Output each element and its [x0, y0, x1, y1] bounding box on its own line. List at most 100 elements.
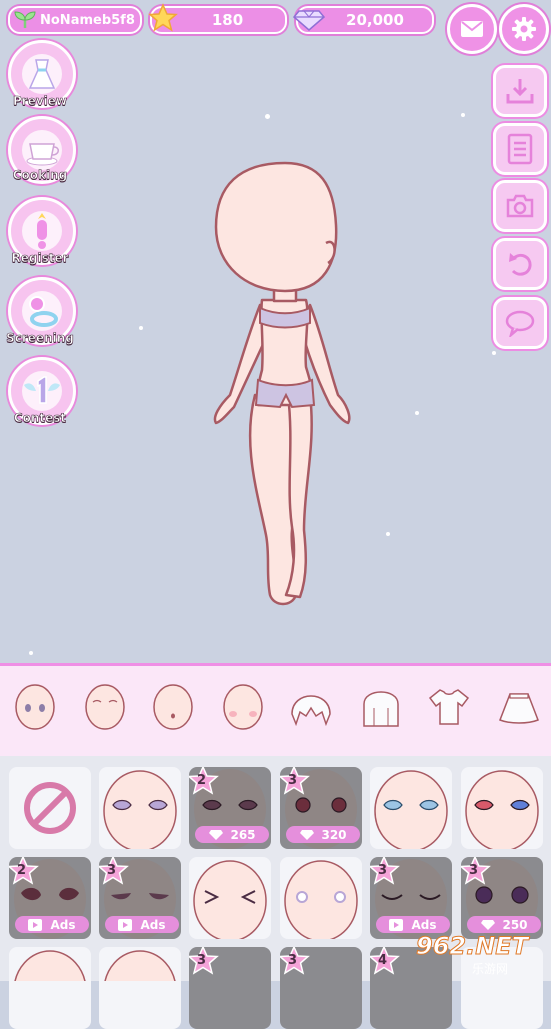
play-icon	[118, 918, 133, 931]
sprout-icon	[14, 11, 36, 28]
camera-button[interactable]	[493, 180, 547, 232]
sparkle	[492, 351, 496, 355]
tab-face-blush[interactable]	[218, 682, 268, 732]
face-mouth-icon	[153, 684, 193, 730]
undo-icon	[509, 253, 532, 276]
download-icon	[506, 79, 534, 104]
star-level: 2	[197, 773, 207, 788]
sparkle	[29, 651, 33, 655]
tab-face-mouth[interactable]	[148, 682, 198, 732]
tab-skirt[interactable]	[494, 682, 544, 732]
star-icon	[148, 3, 178, 32]
item-eyes-red[interactable]	[461, 767, 543, 849]
mail-icon	[461, 21, 483, 37]
item-eyes-dots[interactable]	[280, 857, 362, 939]
tab-hair-front[interactable]	[286, 682, 336, 732]
sparkle	[461, 113, 465, 117]
face-preview-icon	[374, 770, 448, 849]
winged-one-icon	[22, 371, 62, 411]
settings-button[interactable]	[499, 4, 549, 54]
watch-ad-button[interactable]: Ads	[376, 916, 450, 933]
screening-label: Screening	[6, 331, 74, 346]
gem-icon	[292, 10, 326, 31]
chat-bubble-icon	[505, 310, 535, 337]
character-avatar	[213, 161, 351, 606]
username-text: NoNameb5f8	[40, 12, 135, 28]
gem-count: 20,000	[346, 11, 404, 29]
star-level: 3	[378, 863, 388, 878]
face-preview-icon	[13, 950, 87, 1029]
gem-icon	[209, 829, 224, 840]
item-locked[interactable]: 3 Ads	[99, 857, 181, 939]
face-blank-icon	[85, 684, 125, 730]
tab-shirt[interactable]	[424, 682, 474, 732]
sparkle	[265, 114, 270, 119]
gem-icon	[300, 829, 315, 840]
watermark-sub: 乐游网	[472, 962, 509, 976]
item-eyes-closed[interactable]	[189, 857, 271, 939]
gear-icon	[512, 17, 536, 41]
gem-price: 320	[286, 826, 360, 843]
item-locked[interactable]: 3 320	[280, 767, 362, 849]
hair-front-icon	[291, 695, 331, 727]
item-locked[interactable]: 3 250	[461, 857, 543, 939]
star-counter[interactable]: 180	[148, 3, 287, 34]
item-face[interactable]	[99, 947, 181, 1029]
watermark: 962.NET 乐游网	[412, 932, 547, 977]
item-locked[interactable]: 2 265	[189, 767, 271, 849]
watermark-brand: 962.NET	[415, 932, 529, 961]
gem-counter[interactable]: 20,000	[292, 6, 434, 34]
register-label: Register	[11, 251, 69, 266]
tab-hair-back[interactable]	[356, 682, 406, 732]
item-eyes-blue[interactable]	[370, 767, 452, 849]
item-locked[interactable]: 3 Ads	[370, 857, 452, 939]
face-preview-icon	[103, 950, 177, 1029]
ring-icon	[22, 291, 62, 331]
item-none[interactable]	[9, 767, 91, 849]
face-eyes-icon	[15, 684, 55, 730]
notes-button[interactable]	[493, 123, 547, 175]
skirt-icon	[499, 693, 539, 724]
gem-price: 265	[195, 826, 269, 843]
tab-face-blank[interactable]	[80, 682, 130, 732]
dress-icon	[22, 54, 62, 94]
download-button[interactable]	[493, 65, 547, 117]
watch-ad-button[interactable]: Ads	[15, 916, 89, 933]
face-preview-icon	[103, 770, 177, 849]
preview-label: Preview	[12, 94, 68, 109]
item-locked[interactable]: 3	[189, 947, 271, 1029]
cooking-label: Cooking	[12, 168, 68, 183]
watch-ad-button[interactable]: Ads	[105, 916, 179, 933]
star-level: 3	[469, 863, 479, 878]
star-level: 2	[17, 863, 27, 878]
face-preview-icon	[465, 770, 539, 849]
exclamation-icon	[22, 211, 62, 251]
teacup-icon	[22, 130, 62, 170]
face-preview-icon	[284, 860, 358, 939]
star-level: 4	[378, 953, 388, 968]
chat-button[interactable]	[493, 297, 547, 349]
item-locked[interactable]: 2 Ads	[9, 857, 91, 939]
username-badge[interactable]: NoNameb5f8	[8, 6, 142, 34]
star-count: 180	[211, 11, 244, 29]
star-level: 3	[197, 953, 207, 968]
item-eyes-purple[interactable]	[99, 767, 181, 849]
face-blush-icon	[223, 684, 263, 730]
no-symbol-icon	[24, 782, 76, 834]
hair-back-icon	[363, 691, 399, 727]
sparkle	[386, 532, 390, 536]
undo-button[interactable]	[493, 238, 547, 290]
category-tab-bar	[0, 663, 551, 759]
sparkle	[139, 326, 143, 330]
play-icon	[28, 918, 43, 931]
mail-button[interactable]	[447, 4, 497, 54]
shirt-icon	[428, 689, 470, 725]
star-level: 3	[288, 773, 298, 788]
item-face[interactable]	[9, 947, 91, 1029]
notes-icon	[507, 133, 533, 165]
gem-price: 250	[467, 916, 541, 933]
tab-face-eyes[interactable]	[10, 682, 60, 732]
item-locked[interactable]: 3	[280, 947, 362, 1029]
star-level: 3	[107, 863, 117, 878]
camera-icon	[506, 194, 534, 218]
